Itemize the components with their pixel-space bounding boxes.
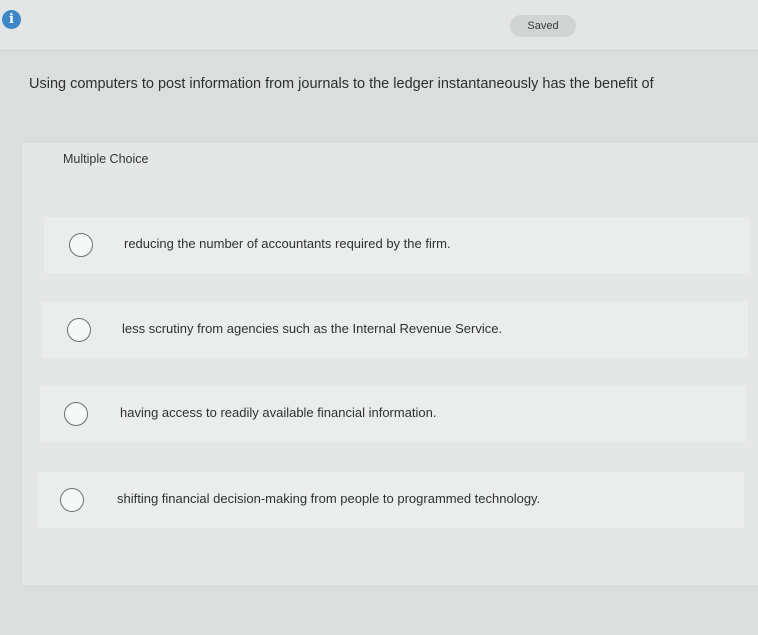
saved-status-badge: Saved [510, 15, 576, 37]
radio-button[interactable] [64, 402, 88, 426]
answer-option-1[interactable]: reducing the number of accountants requi… [44, 217, 750, 273]
choice-panel: Multiple Choice reducing the number of a… [22, 143, 758, 585]
answer-option-2[interactable]: less scrutiny from agencies such as the … [42, 302, 748, 358]
radio-button[interactable] [60, 488, 84, 512]
info-icon[interactable]: i [2, 10, 21, 29]
answer-option-label: shifting financial decision-making from … [117, 491, 541, 506]
top-bar: i Saved [0, 0, 758, 51]
answer-option-label: having access to readily available finan… [120, 405, 437, 420]
answer-option-3[interactable]: having access to readily available finan… [40, 386, 746, 442]
answer-option-4[interactable]: shifting financial decision-making from … [38, 472, 744, 528]
answer-option-label: reducing the number of accountants requi… [124, 236, 451, 251]
question-prompt: Using computers to post information from… [29, 76, 654, 92]
answer-option-label: less scrutiny from agencies such as the … [122, 321, 503, 336]
radio-button[interactable] [67, 318, 91, 342]
radio-button[interactable] [69, 233, 93, 257]
question-type-label: Multiple Choice [63, 152, 149, 166]
